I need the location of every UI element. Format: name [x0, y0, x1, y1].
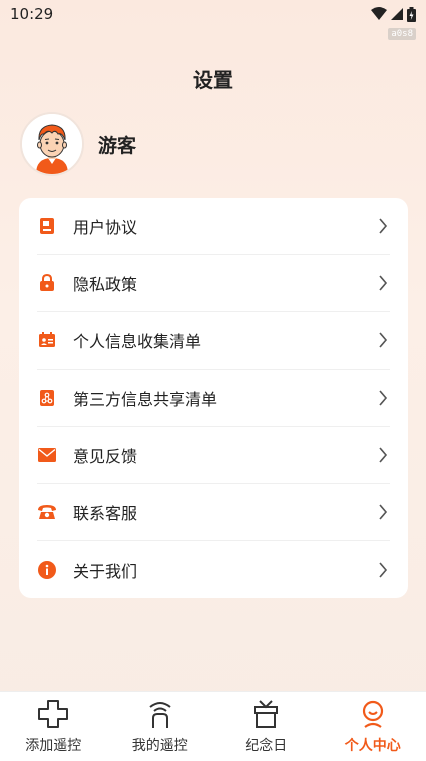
menu-item-label: 联系客服: [73, 504, 138, 524]
profile-section[interactable]: 游客: [20, 112, 136, 176]
status-icons: [371, 6, 416, 22]
person-icon: [359, 699, 387, 729]
wifi-icon: [371, 7, 387, 20]
chevron-right-icon: [376, 502, 390, 522]
status-bar: 10:29: [0, 0, 426, 28]
tab-personal-center[interactable]: 个人中心: [320, 699, 426, 755]
chevron-right-icon: [376, 216, 390, 236]
menu-item-label: 隐私政策: [73, 275, 138, 295]
menu-item-label: 关于我们: [73, 561, 138, 581]
phone-icon: [37, 502, 57, 522]
tab-add-remote[interactable]: 添加遥控: [0, 699, 106, 755]
tab-anniversary[interactable]: 纪念日: [213, 699, 319, 755]
avatar-icon: [22, 114, 82, 174]
chevron-right-icon: [376, 560, 390, 580]
tab-label: 纪念日: [245, 737, 288, 754]
menu-item-customer-service[interactable]: 联系客服: [37, 484, 390, 542]
tab-my-remotes[interactable]: 我的遥控: [107, 699, 213, 755]
gift-box-icon: [252, 699, 280, 729]
id-card-icon: [37, 330, 57, 350]
menu-item-third-party-sharing[interactable]: 第三方信息共享清单: [37, 370, 390, 427]
username: 游客: [98, 134, 137, 157]
signal-icon: [391, 8, 403, 20]
menu-item-label: 个人信息收集清单: [73, 332, 202, 352]
tab-label: 我的遥控: [131, 737, 188, 754]
lock-icon: [37, 273, 57, 293]
share-icon: [37, 388, 57, 408]
chevron-right-icon: [376, 388, 390, 408]
tab-label: 添加遥控: [25, 737, 82, 754]
menu-item-feedback[interactable]: 意见反馈: [37, 427, 390, 484]
remote-icon: [146, 699, 174, 729]
build-tag: a0s8: [388, 28, 416, 40]
mail-icon: [37, 445, 57, 465]
avatar[interactable]: [20, 112, 84, 176]
bottom-tab-bar: 添加遥控 我的遥控 纪念日 个人中心: [0, 691, 426, 761]
chevron-right-icon: [376, 445, 390, 465]
document-icon: [37, 216, 57, 236]
menu-item-personal-info-list[interactable]: 个人信息收集清单: [37, 312, 390, 370]
chevron-right-icon: [376, 273, 390, 293]
tab-label: 个人中心: [344, 737, 401, 754]
dpad-plus-icon: [37, 699, 69, 729]
page-title: 设置: [193, 68, 233, 92]
menu-item-user-agreement[interactable]: 用户协议: [37, 198, 390, 256]
menu-item-privacy-policy[interactable]: 隐私政策: [37, 255, 390, 313]
info-icon: [37, 560, 57, 580]
settings-menu: 用户协议 隐私政策 个人信息收集清单 第三方信息共享清单 意见反馈 联系客服 关…: [19, 198, 408, 598]
menu-item-about-us[interactable]: 关于我们: [37, 541, 390, 598]
battery-icon: [407, 6, 416, 22]
menu-item-label: 第三方信息共享清单: [73, 389, 218, 409]
menu-item-label: 用户协议: [73, 218, 138, 238]
chevron-right-icon: [376, 330, 390, 350]
status-time: 10:29: [10, 5, 54, 23]
menu-item-label: 意见反馈: [73, 446, 138, 466]
